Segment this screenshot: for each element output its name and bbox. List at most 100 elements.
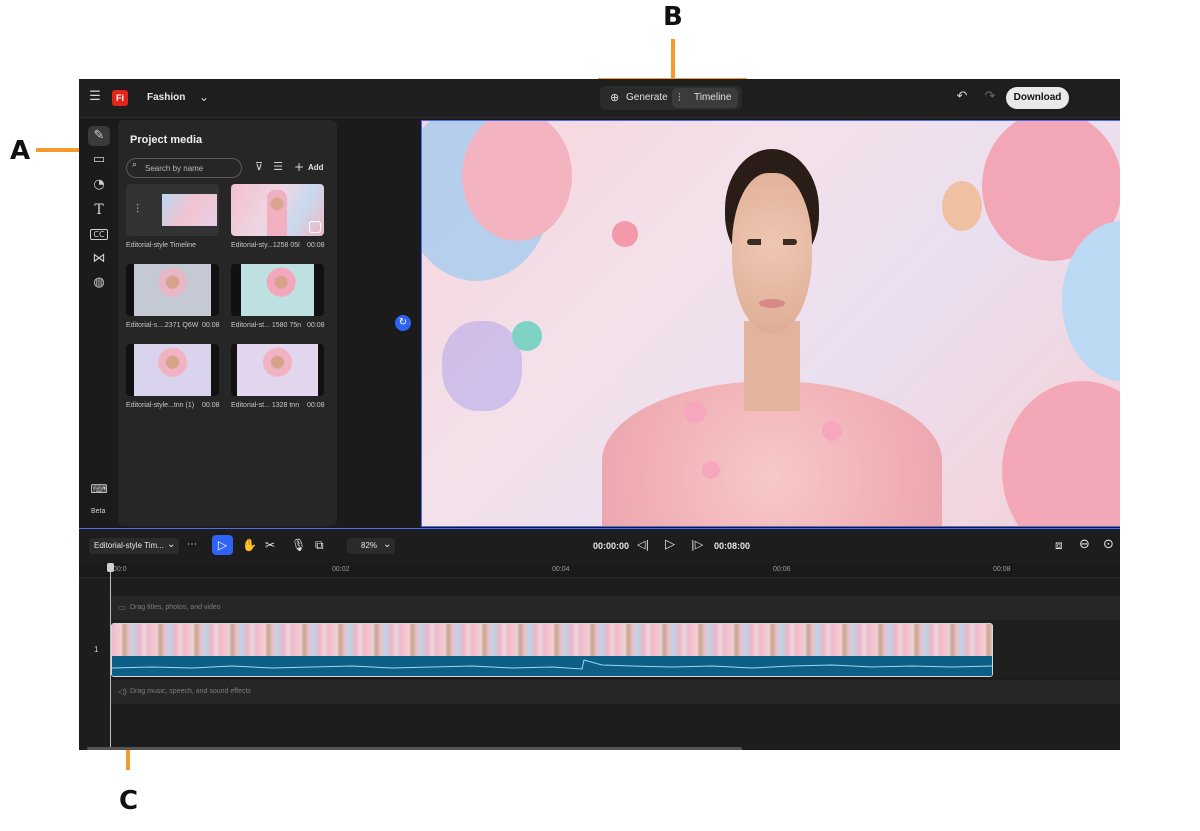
title-track-hint: Drag titles, photos, and video <box>130 604 221 611</box>
tab-generate[interactable]: ⊕ Generate <box>604 88 668 108</box>
transitions-icon[interactable]: ⋈ <box>88 249 110 269</box>
model-lips <box>759 299 785 308</box>
select-tool-button[interactable]: ▷ <box>212 535 233 555</box>
video-clip[interactable] <box>111 623 993 677</box>
chevron-down-icon[interactable]: ⌄ <box>196 88 212 106</box>
zoom-selector[interactable]: 82% ⌄ <box>347 538 395 554</box>
media-thumbnail <box>267 190 287 236</box>
download-button[interactable]: Download <box>1006 87 1069 109</box>
balloon-shape <box>512 321 542 351</box>
zoom-value: 82% <box>361 541 378 550</box>
generate-icon: ⊕ <box>610 92 620 104</box>
ruler-label: 00:08 <box>993 566 1011 573</box>
search-field[interactable]: ⌕ <box>126 158 242 178</box>
annotation-letter-b: B <box>663 2 683 32</box>
undo-icon[interactable]: ↶ <box>954 88 970 106</box>
timeline-toolbar: Editorial-style Tim... ⌄ ⋯ ▷ ✋ ✂ 🎙 ⧉ 82%… <box>79 529 1120 563</box>
model-neck <box>744 321 800 411</box>
search-input[interactable] <box>145 161 235 175</box>
media-duration: 00:08 <box>202 402 220 409</box>
filter-icon[interactable]: ⊽ <box>252 159 266 175</box>
media-caption: Editorial-sty...1258 05l <box>231 242 300 249</box>
step-back-icon[interactable]: ◁| <box>637 538 649 551</box>
timeline-panel: Editorial-style Tim... ⌄ ⋯ ▷ ✋ ✂ 🎙 ⧉ 82%… <box>79 528 1120 750</box>
media-item-timeline[interactable]: ⫶ <box>126 184 219 236</box>
media-duration: 00:08 <box>307 322 325 329</box>
rotate-icon[interactable]: ↻ <box>395 315 411 331</box>
media-item[interactable] <box>126 344 219 396</box>
hand-tool-icon[interactable]: ✋ <box>242 538 257 552</box>
total-time: 00:08:00 <box>714 541 751 551</box>
media-thumbnail <box>134 264 211 316</box>
beta-label: Beta <box>91 508 106 515</box>
sequence-selector[interactable]: Editorial-style Tim... ⌄ <box>89 538 179 554</box>
flower-shape <box>684 401 706 423</box>
media-caption: Editorial-st... 1328 tnn <box>231 402 300 409</box>
search-icon: ⌕ <box>132 160 138 170</box>
media-caption: Editorial-style Timeline <box>126 242 197 249</box>
media-item[interactable] <box>231 184 324 236</box>
play-icon[interactable]: ▷ <box>665 537 675 552</box>
scissors-icon[interactable]: ✂ <box>265 538 275 552</box>
media-caption: Editorial-st... 1580 75n <box>231 322 302 329</box>
media-duration: 00:08 <box>307 402 325 409</box>
audio-track[interactable]: ◁) Drag music, speech, and sound effects <box>110 680 1120 704</box>
balloon-shape <box>942 181 982 231</box>
more-icon[interactable]: ⋯ <box>187 539 197 550</box>
shapes-icon[interactable]: ◔ <box>88 175 110 195</box>
annotation-letter-a: A <box>10 136 31 166</box>
ruler-label: 00:02 <box>332 566 350 573</box>
playhead-handle[interactable] <box>107 563 114 572</box>
model-face <box>732 173 812 333</box>
ruler-label: 00:06 <box>773 566 791 573</box>
media-caption: Editorial-s....2371 Q6W <box>126 322 199 329</box>
tab-timeline[interactable]: ⫶ Timeline <box>672 88 738 108</box>
horizontal-scrollbar[interactable] <box>87 747 742 750</box>
list-view-icon[interactable]: ☰ <box>271 159 285 175</box>
media-thumbnail <box>162 194 217 226</box>
folder-icon[interactable]: ▭ <box>88 150 110 170</box>
add-icon[interactable]: + <box>293 159 305 175</box>
captions-toggle-icon[interactable]: ⧈ <box>1055 538 1063 553</box>
keyboard-icon[interactable]: ⌨ <box>88 479 110 499</box>
audio-waveform <box>112 656 992 676</box>
instagram-icon <box>309 221 321 233</box>
balloon-shape <box>462 121 572 241</box>
tab-generate-label: Generate <box>626 92 668 103</box>
top-bar: ☰ Fi Fashion ⌄ ⊕ Generate ⫶ Timeline ↶ ↷… <box>79 79 1120 118</box>
hamburger-icon[interactable]: ☰ <box>87 89 103 105</box>
flower-shape <box>822 421 842 441</box>
media-thumbnail <box>237 344 318 396</box>
video-preview[interactable] <box>421 120 1120 527</box>
fit-icon[interactable]: ⊙ <box>1103 537 1114 552</box>
waveform-graphic <box>112 659 992 670</box>
timeline-ruler[interactable]: 00:0 00:02 00:04 00:06 00:08 <box>79 563 1120 578</box>
media-item[interactable] <box>231 264 324 316</box>
image-icon: ▭ <box>118 603 126 612</box>
project-name[interactable]: Fashion <box>147 92 185 103</box>
add-button-label[interactable]: Add <box>308 163 324 172</box>
stickers-icon[interactable]: ◍ <box>88 273 110 293</box>
edit-icon[interactable]: ✎ <box>88 126 110 146</box>
step-forward-icon[interactable]: |▷ <box>691 538 703 551</box>
zoom-out-icon[interactable]: ⊖ <box>1079 537 1090 552</box>
app-window: ☰ Fi Fashion ⌄ ⊕ Generate ⫶ Timeline ↶ ↷… <box>79 79 1120 750</box>
microphone-icon[interactable]: 🎙 <box>291 538 306 552</box>
chevron-down-icon: ⌄ <box>383 539 392 550</box>
media-item[interactable] <box>231 344 324 396</box>
callout-line-b-vertical <box>671 39 675 81</box>
sequence-name: Editorial-style Tim... <box>94 541 164 550</box>
captions-icon[interactable]: CC <box>88 225 110 245</box>
callout-line-a <box>36 148 83 152</box>
media-item[interactable] <box>126 264 219 316</box>
speaker-icon: ◁) <box>118 687 127 696</box>
tab-timeline-label: Timeline <box>694 92 732 103</box>
media-caption: Editorial-style...tnn (1) <box>126 402 195 409</box>
redo-icon[interactable]: ↷ <box>982 88 998 106</box>
text-icon[interactable]: T <box>88 200 110 220</box>
title-track[interactable]: Drag titles, photos, and video ▭ <box>110 596 1120 620</box>
timeline-icon: ⫶ <box>678 92 681 104</box>
annotation-letter-c: C <box>119 786 139 816</box>
detach-audio-icon[interactable]: ⧉ <box>315 538 324 553</box>
playhead[interactable] <box>110 563 111 750</box>
